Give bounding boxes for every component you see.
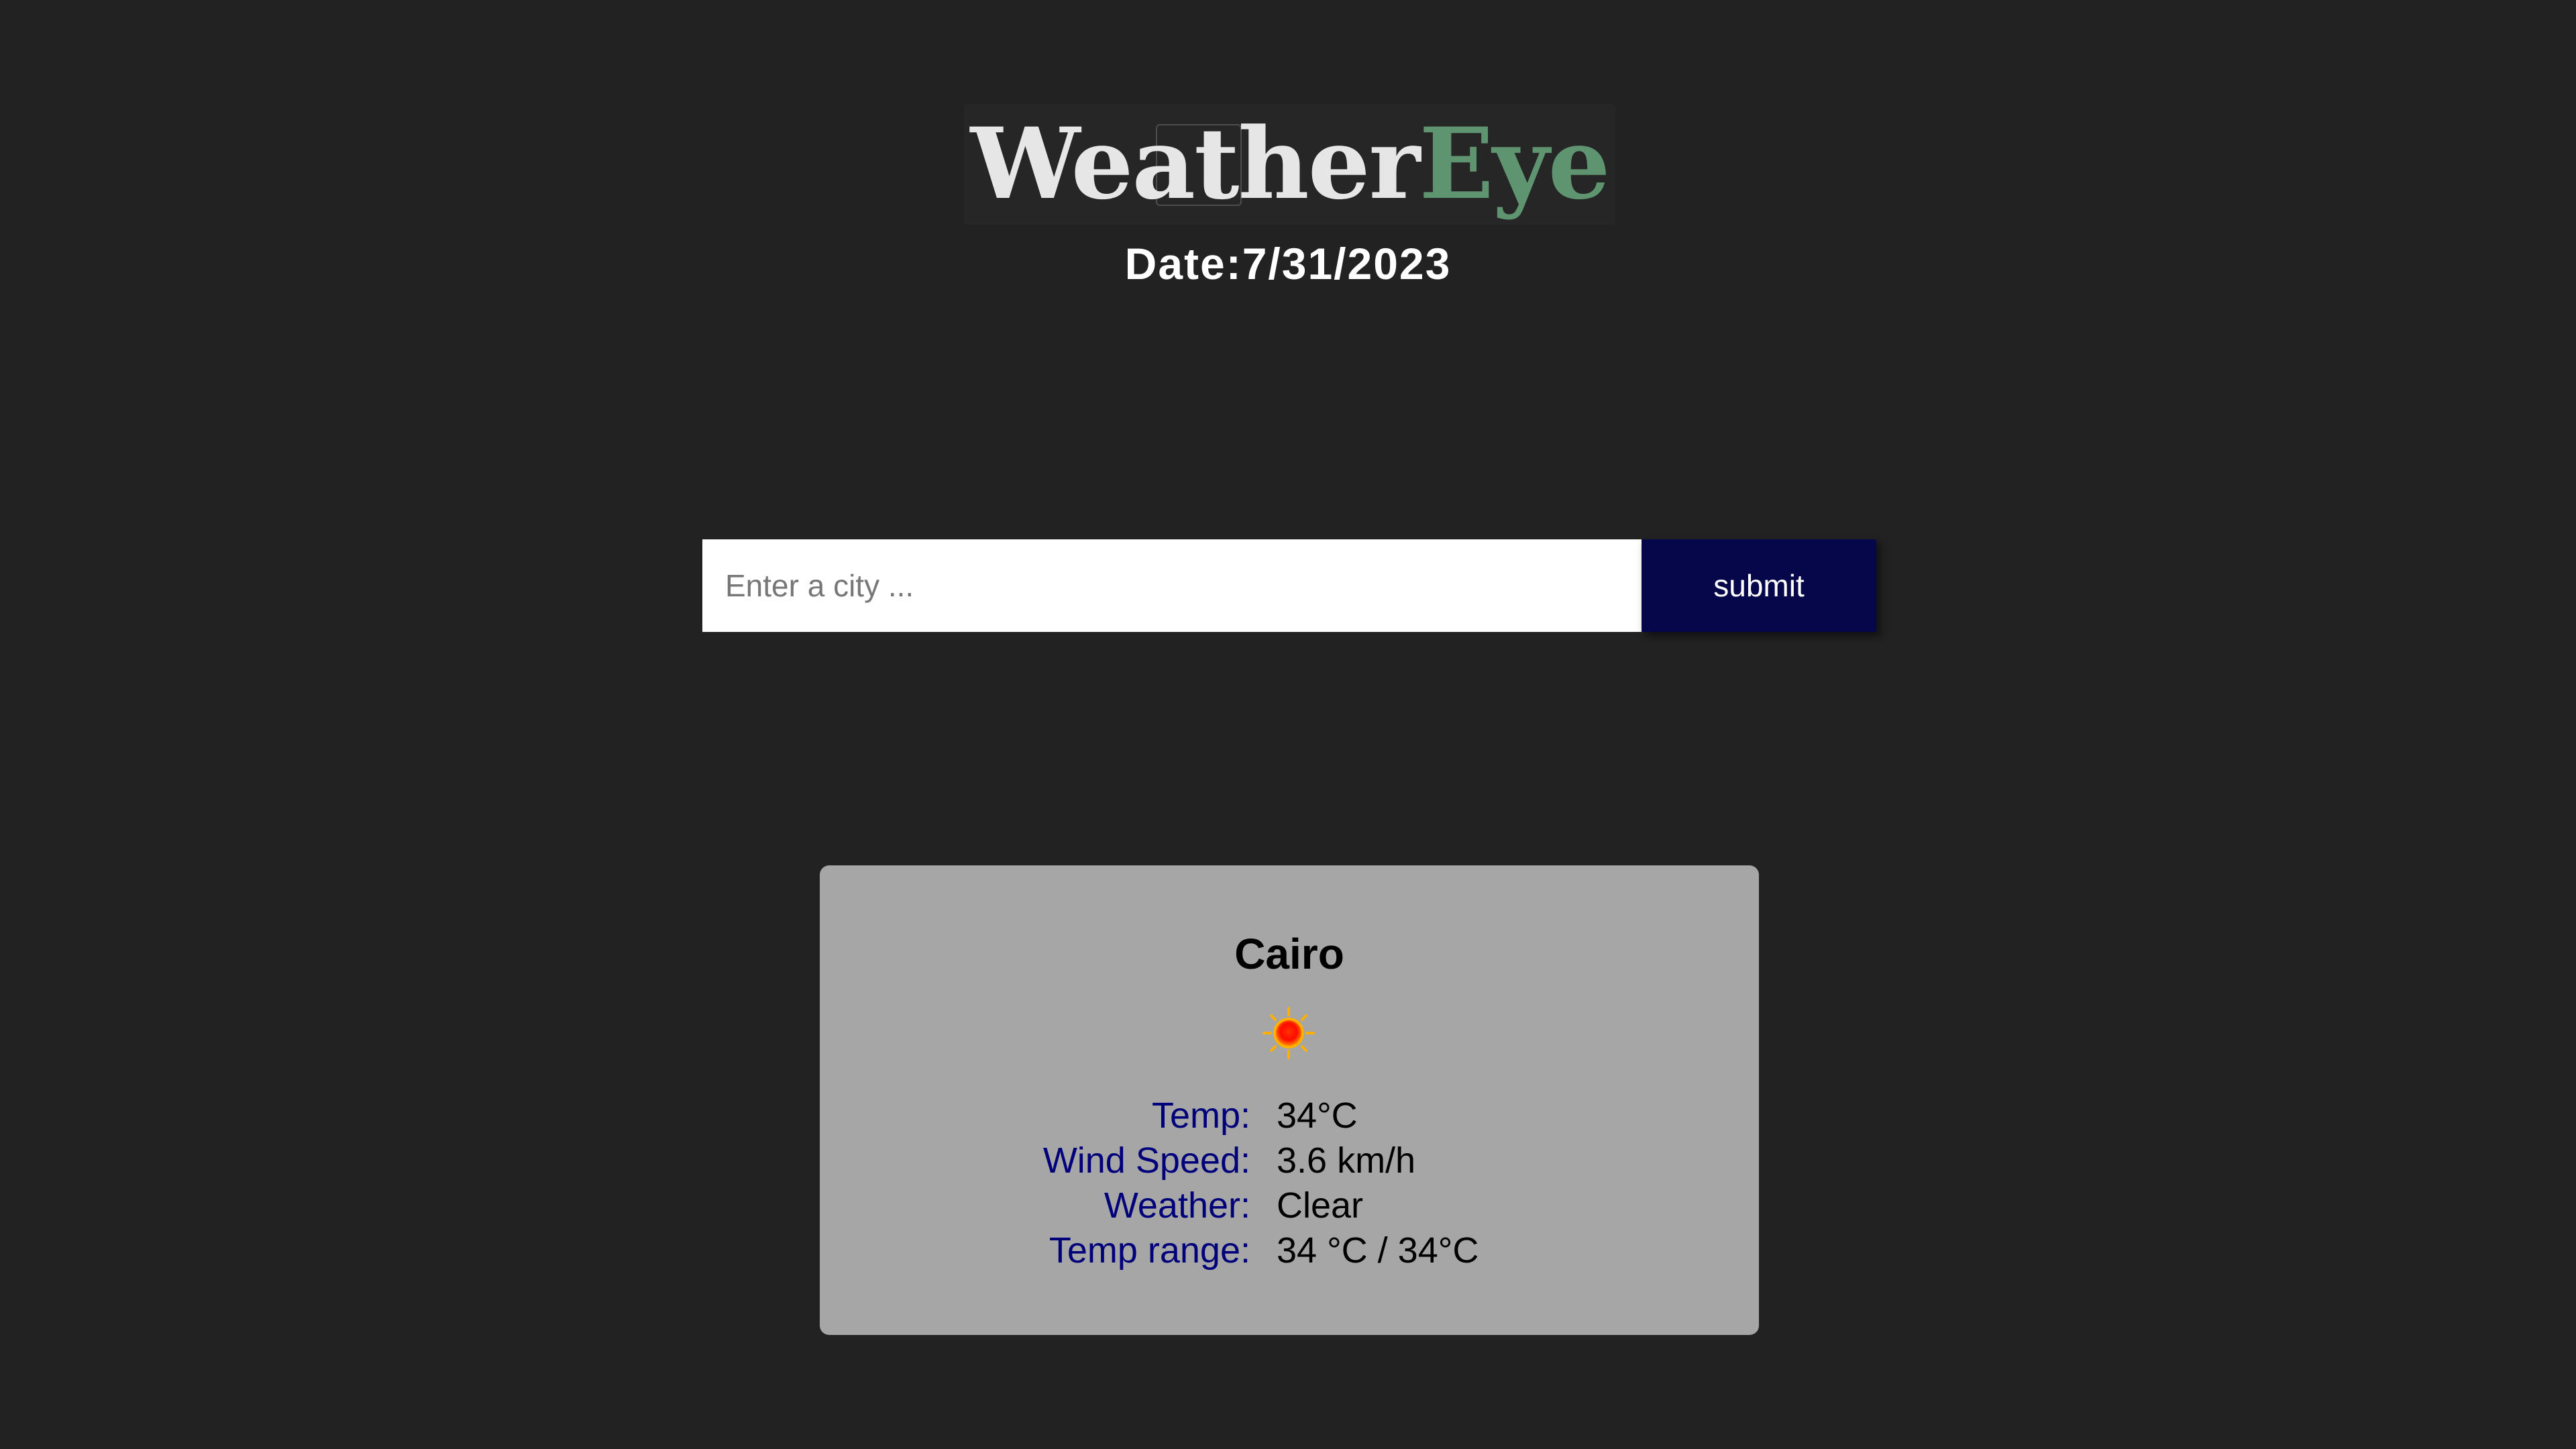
stat-label: Temp: [1151, 1095, 1250, 1136]
date-value: 7/31/2023 [1242, 239, 1452, 288]
logo-part-eye: Eye [1419, 107, 1610, 221]
stat-row-wind-speed: Wind Speed: 3.6 km/h [820, 1138, 1759, 1183]
stat-row-temp: Temp: 34°C [820, 1093, 1759, 1138]
stat-label: Wind Speed: [1042, 1140, 1250, 1181]
stat-row-weather: Weather: Clear [820, 1183, 1759, 1228]
logo: WeatherEye [964, 104, 1615, 225]
city-search-input[interactable] [702, 539, 1642, 632]
stat-row-temp-range: Temp range: 34 °C / 34°C [820, 1228, 1759, 1273]
stat-value: 34 °C / 34°C [1277, 1230, 1479, 1271]
date-label: Date: [1124, 239, 1242, 288]
sun-icon [1263, 1007, 1315, 1059]
weather-app: WeatherEye Date:7/31/2023 submit Cairo [0, 0, 2576, 1449]
weather-stats: Temp: 34°C Wind Speed: 3.6 km/h Weather:… [820, 1093, 1759, 1273]
stat-value: Clear [1277, 1185, 1364, 1226]
stat-value: 3.6 km/h [1277, 1140, 1416, 1181]
logo-part-weather: Weather [970, 107, 1421, 221]
stat-value: 34°C [1277, 1095, 1358, 1136]
stat-label: Weather: [1104, 1185, 1250, 1226]
weather-card: Cairo Temp: 34°C Wind Speed: 3.6 km/h We… [820, 865, 1759, 1335]
city-name: Cairo [1234, 930, 1344, 978]
stat-label: Temp range: [1049, 1230, 1250, 1271]
submit-button[interactable]: submit [1642, 539, 1876, 632]
date-display: Date:7/31/2023 [0, 238, 2576, 289]
